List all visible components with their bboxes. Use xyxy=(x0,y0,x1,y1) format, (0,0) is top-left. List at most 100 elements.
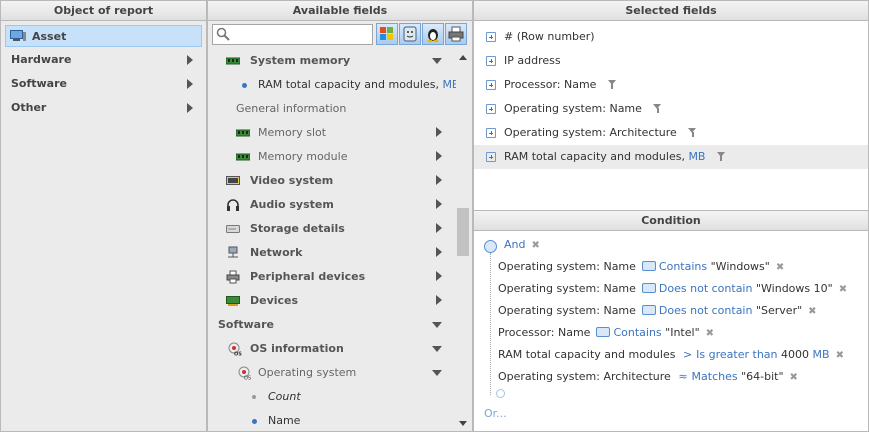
object-item-software[interactable]: Software xyxy=(5,73,202,95)
greater-than-icon: > xyxy=(682,348,693,361)
remove-icon[interactable]: ✖ xyxy=(790,372,798,383)
selected-field-row[interactable]: Operating system: Architecture xyxy=(474,121,868,145)
field-memory-slot[interactable]: Memory slot xyxy=(236,121,326,145)
field-operating-system[interactable]: OS Operating system xyxy=(238,361,356,385)
condition-row: Operating system: Architecture ≈ Matches … xyxy=(498,366,798,388)
field-system-memory[interactable]: System memory xyxy=(226,49,350,73)
field-video-system[interactable]: Video system xyxy=(226,169,333,193)
field-software[interactable]: Software xyxy=(218,313,274,337)
windows-filter-button[interactable] xyxy=(376,23,398,45)
selected-field-row[interactable]: # (Row number) xyxy=(474,25,868,49)
selected-field-row[interactable]: Processor: Name xyxy=(474,73,868,97)
chevron-right-icon[interactable] xyxy=(436,175,442,185)
headphones-icon xyxy=(227,199,239,211)
condition-operator[interactable]: Does not contain xyxy=(659,304,753,317)
search-icon xyxy=(216,27,230,44)
condition-group[interactable]: And ✖ xyxy=(504,234,540,256)
filter-icon[interactable] xyxy=(607,80,617,89)
scroll-down-icon[interactable] xyxy=(459,421,467,426)
condition-unit: MB xyxy=(812,348,830,361)
field-label: Operating system xyxy=(258,366,357,379)
condition-field[interactable]: Operating system: Name xyxy=(498,282,636,295)
chevron-right-icon[interactable] xyxy=(436,271,442,281)
expand-icon[interactable] xyxy=(486,56,496,66)
field-audio-system[interactable]: Audio system xyxy=(226,193,334,217)
condition-operator[interactable]: Is greater than xyxy=(696,348,777,361)
chevron-right-icon[interactable] xyxy=(436,247,442,257)
search-input[interactable] xyxy=(233,26,369,43)
collapse-arrow-icon[interactable] xyxy=(432,346,442,352)
field-label: RAM total capacity and modules, xyxy=(258,78,443,91)
panel-title: Object of report xyxy=(1,1,206,21)
remove-icon[interactable]: ✖ xyxy=(706,328,714,339)
field-devices[interactable]: Devices xyxy=(226,289,298,313)
condition-value[interactable]: "Intel" xyxy=(665,326,699,339)
field-network[interactable]: Network xyxy=(226,241,302,265)
expand-icon[interactable] xyxy=(486,104,496,114)
or-link[interactable]: Or... xyxy=(484,407,507,420)
condition-value[interactable]: 4000 xyxy=(781,348,809,361)
condition-value[interactable]: "Server" xyxy=(756,304,802,317)
condition-field[interactable]: Processor: Name xyxy=(498,326,590,339)
condition-operator[interactable]: Contains xyxy=(613,326,661,339)
field-peripheral-devices[interactable]: Peripheral devices xyxy=(226,265,365,289)
search-field[interactable] xyxy=(212,24,373,45)
chevron-right-icon[interactable] xyxy=(436,127,442,137)
collapse-arrow-icon[interactable] xyxy=(432,58,442,64)
condition-value[interactable]: "Windows 10" xyxy=(756,282,833,295)
expand-icon[interactable] xyxy=(486,80,496,90)
linux-filter-button[interactable] xyxy=(422,23,444,45)
filter-icon[interactable] xyxy=(653,104,662,113)
logic-operator-link[interactable]: And xyxy=(504,238,525,251)
computer-icon xyxy=(10,28,26,41)
field-label: Video system xyxy=(250,174,334,187)
printer-filter-button[interactable] xyxy=(445,23,467,45)
chevron-right-icon[interactable] xyxy=(436,295,442,305)
field-general-information[interactable]: General information xyxy=(236,97,346,121)
scroll-up-icon[interactable] xyxy=(459,55,467,60)
remove-icon[interactable]: ✖ xyxy=(836,350,844,361)
condition-operator[interactable]: Matches xyxy=(692,370,738,383)
field-os-information[interactable]: OS OS information xyxy=(228,337,344,361)
remove-icon[interactable]: ✖ xyxy=(531,240,539,251)
expand-icon[interactable] xyxy=(486,32,496,42)
selected-field-row[interactable]: Operating system: Name xyxy=(474,97,868,121)
condition-operator[interactable]: Does not contain xyxy=(659,282,753,295)
condition-field[interactable]: RAM total capacity and modules xyxy=(498,348,675,361)
selected-field-row[interactable]: RAM total capacity and modules, MB xyxy=(474,145,868,169)
chevron-right-icon[interactable] xyxy=(436,199,442,209)
expand-icon[interactable] xyxy=(486,152,496,162)
condition-value[interactable]: "Windows" xyxy=(711,260,770,273)
filter-icon[interactable] xyxy=(688,128,697,137)
field-memory-module[interactable]: Memory module xyxy=(236,145,347,169)
field-label: Peripheral devices xyxy=(250,270,366,283)
field-ram-total-capacity[interactable]: RAM total capacity and modules, MB xyxy=(242,73,459,97)
condition-field[interactable]: Operating system: Name xyxy=(498,304,636,317)
collapse-arrow-icon[interactable] xyxy=(432,370,442,376)
chevron-right-icon[interactable] xyxy=(436,223,442,233)
chevron-right-icon[interactable] xyxy=(436,151,442,161)
scrollbar-thumb[interactable] xyxy=(457,208,469,256)
expand-icon[interactable] xyxy=(486,128,496,138)
add-condition-icon[interactable] xyxy=(496,389,505,398)
linux-icon xyxy=(427,29,439,43)
object-item-other[interactable]: Other xyxy=(5,97,202,119)
remove-icon[interactable]: ✖ xyxy=(808,306,816,317)
object-item-label: Software xyxy=(11,77,67,90)
object-item-hardware[interactable]: Hardware xyxy=(5,49,202,71)
condition-operator[interactable]: Contains xyxy=(659,260,707,273)
remove-icon[interactable]: ✖ xyxy=(776,262,784,273)
mac-filter-button[interactable] xyxy=(399,23,421,45)
field-name[interactable]: Name xyxy=(252,409,300,431)
field-storage-details[interactable]: Storage details xyxy=(226,217,345,241)
collapse-arrow-icon[interactable] xyxy=(432,322,442,328)
condition-field[interactable]: Operating system: Name xyxy=(498,260,636,273)
filter-icon[interactable] xyxy=(716,152,726,161)
condition-value[interactable]: "64-bit" xyxy=(741,370,783,383)
condition-field[interactable]: Operating system: Architecture xyxy=(498,370,671,383)
field-count[interactable]: Count xyxy=(252,385,301,409)
object-item-asset[interactable]: Asset xyxy=(5,25,202,47)
selected-field-row[interactable]: IP address xyxy=(474,49,868,73)
remove-icon[interactable]: ✖ xyxy=(839,284,847,295)
chevron-right-icon xyxy=(187,79,193,89)
